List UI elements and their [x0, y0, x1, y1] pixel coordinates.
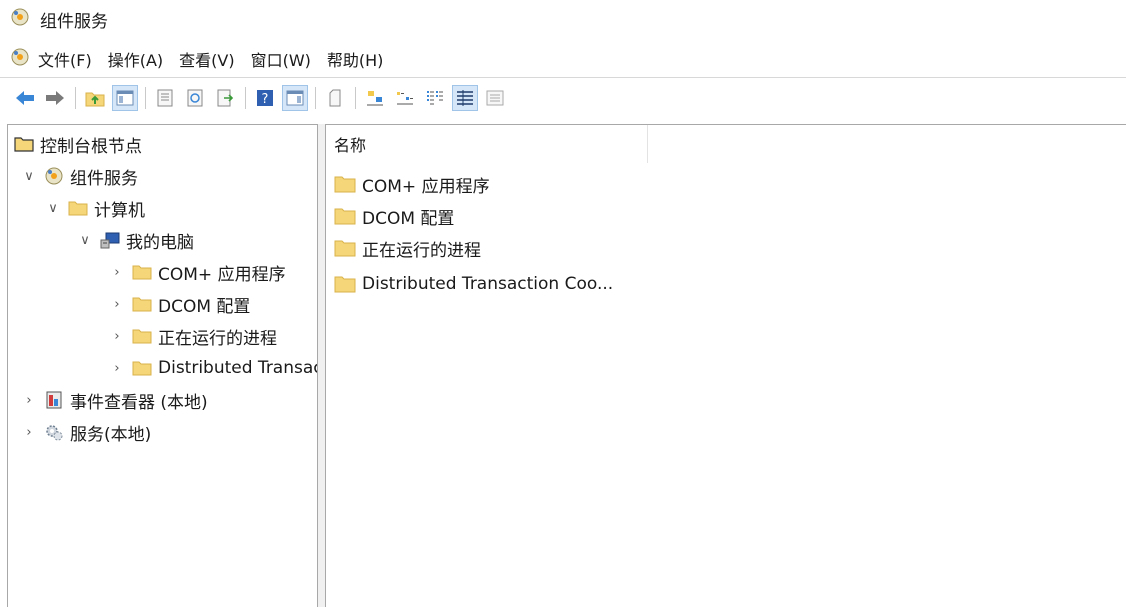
help-icon[interactable]: ? [252, 85, 278, 111]
toolbar-separator [355, 86, 356, 109]
export-list-icon[interactable] [212, 85, 238, 111]
chevron-down-icon[interactable]: ∨ [46, 201, 60, 216]
chevron-right-icon[interactable]: › [110, 265, 124, 280]
list-item-label: COM+ 应用程序 [362, 176, 490, 197]
list-item-running-processes[interactable]: 正在运行的进程 [334, 233, 481, 263]
status-view-icon[interactable] [482, 85, 508, 111]
refresh-icon[interactable] [182, 85, 208, 111]
list-item-com-applications[interactable]: COM+ 应用程序 [334, 169, 490, 199]
system-menu-icon[interactable] [10, 47, 30, 72]
folder-icon [132, 359, 152, 377]
list-item-label: 正在运行的进程 [362, 240, 481, 261]
tree-item-label: 正在运行的进程 [158, 328, 277, 349]
column-header-name[interactable]: 名称 [326, 125, 648, 163]
tree-item-label: DCOM 配置 [158, 296, 251, 317]
title-bar: 组件服务 [0, 0, 1126, 38]
menu-action[interactable]: 操作(A) [100, 45, 171, 73]
result-pane: 名称 COM+ 应用程序 DCOM 配置 正在运行的进程 Distributed… [326, 124, 1126, 607]
back-icon[interactable] [12, 85, 38, 111]
tree-item-label: 计算机 [94, 200, 145, 221]
toolbar-separator [145, 86, 146, 109]
detail-view-icon[interactable] [452, 84, 478, 111]
tree-item-running-processes[interactable]: › 正在运行的进程 [110, 321, 277, 351]
folder-icon [334, 207, 356, 225]
column-header-label: 名称 [334, 136, 367, 155]
new-window-icon[interactable] [322, 85, 348, 111]
tree-item-dcom-config[interactable]: › DCOM 配置 [110, 289, 250, 319]
folder-icon [334, 175, 356, 193]
tree-item-label: 事件查看器 (本地) [70, 392, 208, 413]
list-item-label: Distributed Transaction Coo... [362, 274, 614, 294]
folder-icon [132, 295, 152, 313]
tree-item-label: 我的电脑 [126, 232, 194, 253]
toolbar-separator [315, 86, 316, 109]
properties-icon[interactable] [152, 85, 178, 111]
tree-item-component-services[interactable]: ∨ 组件服务 [22, 161, 138, 191]
forward-icon[interactable] [42, 85, 68, 111]
menu-bar: 文件(F) 操作(A) 查看(V) 窗口(W) 帮助(H) [0, 44, 391, 74]
menu-file[interactable]: 文件(F) [30, 45, 100, 73]
small-icons-icon[interactable] [392, 85, 418, 111]
list-item-dcom-config[interactable]: DCOM 配置 [334, 201, 454, 231]
component-services-app-icon [10, 7, 30, 32]
console-tree[interactable]: 控制台根节点 ∨ 组件服务 ∨ 计算机 ∨ 我的电脑 › COM+ 应用程序 › [7, 124, 318, 607]
window-title: 组件服务 [40, 11, 108, 32]
component-services-icon [44, 167, 64, 185]
large-icons-icon[interactable] [362, 85, 388, 111]
tree-item-label: 控制台根节点 [40, 136, 142, 157]
tree-item-label: 组件服务 [70, 168, 138, 189]
tree-item-label: 服务(本地) [70, 424, 152, 445]
tree-item-console-root[interactable]: 控制台根节点 [14, 129, 142, 159]
tree-item-label: COM+ 应用程序 [158, 264, 286, 285]
tree-item-event-viewer[interactable]: › 事件查看器 (本地) [22, 385, 208, 415]
folder-icon [14, 135, 34, 153]
folder-icon [334, 275, 356, 293]
chevron-right-icon[interactable]: › [22, 393, 36, 408]
tree-item-label: Distributed Transaction Coordinator [158, 358, 317, 378]
svg-text:?: ? [262, 92, 269, 107]
toolbar-separator [75, 86, 76, 109]
list-item-label: DCOM 配置 [362, 208, 455, 229]
folder-icon [132, 263, 152, 281]
tree-item-distributed-transaction[interactable]: › Distributed Transaction Coordinator [110, 353, 317, 383]
menu-window[interactable]: 窗口(W) [243, 45, 319, 73]
list-item-distributed-transaction[interactable]: Distributed Transaction Coo... [334, 269, 613, 299]
chevron-right-icon[interactable]: › [110, 361, 124, 376]
up-folder-icon[interactable] [82, 85, 108, 111]
chevron-down-icon[interactable]: ∨ [78, 233, 92, 248]
chevron-right-icon[interactable]: › [110, 297, 124, 312]
tree-item-com-applications[interactable]: › COM+ 应用程序 [110, 257, 286, 287]
show-hide-tree-icon[interactable] [112, 84, 138, 111]
event-viewer-icon [44, 391, 64, 409]
menu-help[interactable]: 帮助(H) [319, 45, 392, 73]
folder-icon [68, 199, 88, 217]
tree-item-my-computer[interactable]: ∨ 我的电脑 [78, 225, 194, 255]
toolbar-separator [245, 86, 246, 109]
toolbar: ? [0, 77, 1126, 117]
computer-icon [100, 231, 120, 249]
tree-item-services[interactable]: › 服务(本地) [22, 417, 151, 447]
chevron-right-icon[interactable]: › [110, 329, 124, 344]
menu-view[interactable]: 查看(V) [171, 45, 242, 73]
tree-item-computers[interactable]: ∨ 计算机 [46, 193, 145, 223]
pane-splitter[interactable] [318, 124, 326, 607]
services-gear-icon [44, 423, 64, 441]
folder-icon [334, 239, 356, 257]
chevron-down-icon[interactable]: ∨ [22, 169, 36, 184]
list-view-icon[interactable] [422, 85, 448, 111]
folder-icon [132, 327, 152, 345]
chevron-right-icon[interactable]: › [22, 425, 36, 440]
show-hide-action-pane-icon[interactable] [282, 84, 308, 111]
